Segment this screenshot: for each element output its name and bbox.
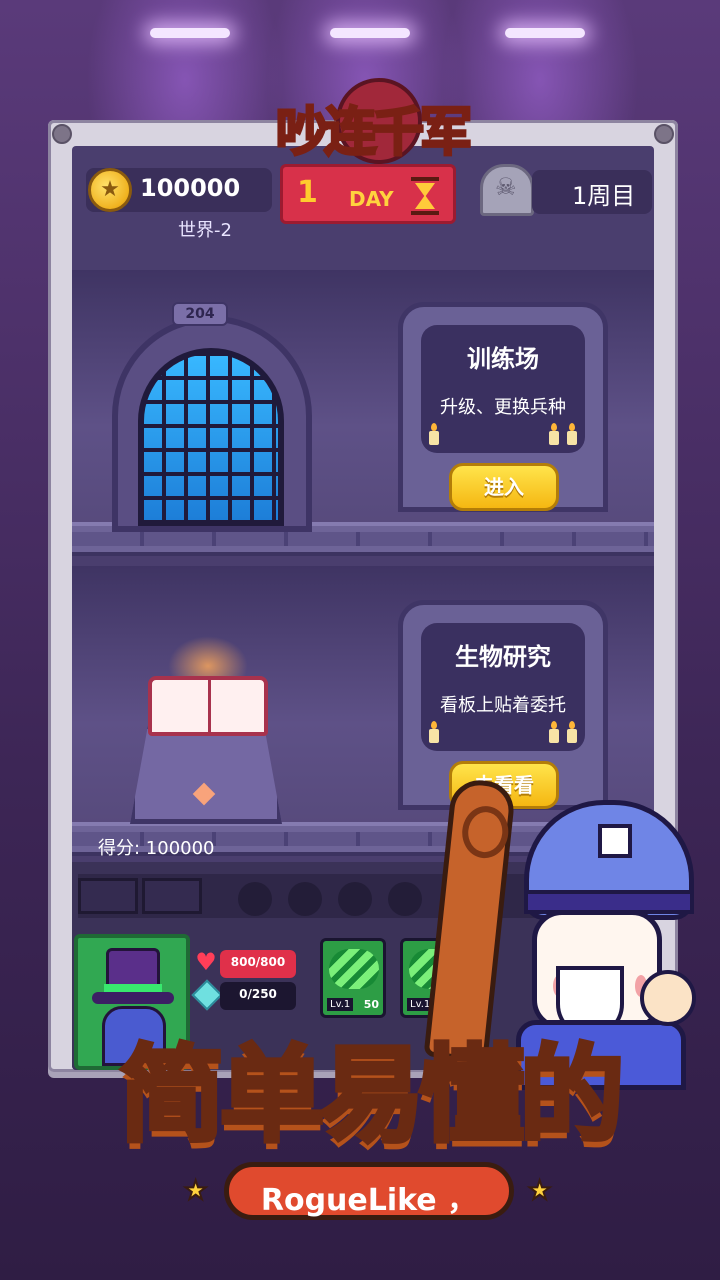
hp-text: 800/800 <box>230 955 286 969</box>
door-number-plate: 204 <box>172 302 228 326</box>
training-board: 训练场 升级、更换兵种 <box>421 325 585 453</box>
research-subtitle: 看板上贴着委托 <box>440 695 566 716</box>
enter-training-button[interactable]: 进入 <box>449 463 559 511</box>
ceiling-lamp <box>150 28 230 38</box>
empty-box-slot[interactable] <box>142 878 202 914</box>
coin-icon: ★ <box>88 168 132 212</box>
empty-round-slot[interactable] <box>288 882 322 916</box>
empty-box-slot[interactable] <box>78 878 138 914</box>
coin-count: 100000 <box>140 174 241 202</box>
book-pedestal <box>130 724 282 824</box>
training-subtitle: 升级、更换兵种 <box>440 397 566 418</box>
round-label: 1周目 <box>572 182 636 210</box>
promo-headline: 简单易懂的 <box>117 1032 626 1159</box>
heart-icon: ♥ <box>195 948 217 976</box>
empty-round-slot[interactable] <box>238 882 272 916</box>
ceiling-lamp <box>330 28 410 38</box>
hp-bar: 800/800 <box>220 950 296 978</box>
open-book-icon[interactable] <box>148 676 268 736</box>
hat-patch <box>598 824 632 858</box>
dungeon-door[interactable] <box>138 348 284 526</box>
promo-ribbon: RogueLike ， <box>224 1162 514 1220</box>
candle-icon <box>549 423 559 445</box>
logo-title: 吵连千军 <box>274 102 473 165</box>
score-label: 得分: 100000 <box>98 838 215 859</box>
candle-icon <box>429 721 439 743</box>
mana-bar: 0/250 <box>220 982 296 1010</box>
candle-icon <box>567 721 577 743</box>
empty-round-slot[interactable] <box>388 882 422 916</box>
candle-icon <box>429 423 439 445</box>
star-icon: ★ <box>527 1175 552 1207</box>
screw-icon <box>654 124 674 144</box>
world-label: 世界-2 <box>178 220 232 241</box>
mana-text: 0/250 <box>239 987 277 1001</box>
skill-slot[interactable]: Lv.1 50 <box>320 938 386 1018</box>
promo-tagline: RogueLike ， <box>260 1183 478 1218</box>
candle-icon <box>549 721 559 743</box>
mana-gem-icon <box>191 979 223 1011</box>
candle-icon <box>567 423 577 445</box>
research-panel: 生物研究 看板上贴着委托 去看看 <box>398 600 608 810</box>
day-number: 1 <box>297 175 318 210</box>
empty-round-slot[interactable] <box>338 882 372 916</box>
tombstone-skull-icon[interactable] <box>480 164 534 216</box>
star-icon: ★ <box>183 1175 208 1207</box>
training-title: 训练场 <box>467 345 539 373</box>
ceiling-lamp <box>505 28 585 38</box>
game-logo: 吵连千军 <box>272 78 474 174</box>
research-title: 生物研究 <box>455 643 551 671</box>
hourglass-icon <box>411 177 439 215</box>
training-panel: 训练场 升级、更换兵种 进入 <box>398 302 608 512</box>
screw-icon <box>52 124 72 144</box>
research-board: 生物研究 看板上贴着委托 <box>421 623 585 751</box>
day-label: DAY <box>349 187 394 211</box>
